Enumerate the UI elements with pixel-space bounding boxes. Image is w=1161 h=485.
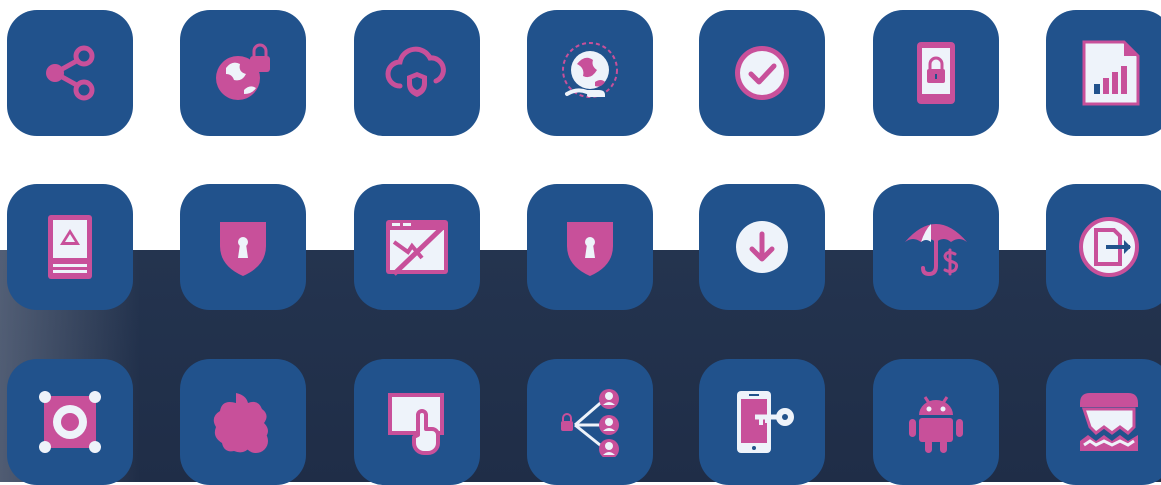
tile-exit-document[interactable] bbox=[1046, 184, 1161, 310]
shield-keyhole-icon bbox=[220, 222, 266, 276]
browser-slash-icon bbox=[386, 220, 448, 276]
tile-document-chart[interactable] bbox=[1046, 10, 1161, 136]
tile-lock-network[interactable] bbox=[527, 359, 653, 485]
lock-network-icon bbox=[561, 389, 619, 457]
tile-umbrella-dollar[interactable] bbox=[873, 184, 999, 310]
exit-document-icon bbox=[1079, 217, 1139, 277]
shield-keyhole-icon bbox=[567, 222, 613, 276]
touch-screen-icon bbox=[388, 393, 444, 455]
gear-frame-icon bbox=[39, 391, 101, 453]
virus-icon bbox=[213, 393, 268, 453]
tile-phone-lock[interactable] bbox=[873, 10, 999, 136]
tile-virus[interactable] bbox=[180, 359, 306, 485]
tile-shredder[interactable] bbox=[1046, 359, 1161, 485]
tile-android[interactable] bbox=[873, 359, 999, 485]
check-circle-icon bbox=[735, 46, 789, 100]
mobile-key-icon bbox=[737, 391, 794, 453]
tile-globe-hand[interactable] bbox=[527, 10, 653, 136]
globe-lock-icon bbox=[216, 43, 270, 100]
tile-touch-screen[interactable] bbox=[354, 359, 480, 485]
download-circle-icon bbox=[736, 221, 788, 273]
globe-hand-icon bbox=[562, 42, 618, 98]
tile-share[interactable] bbox=[7, 10, 133, 136]
tile-download[interactable] bbox=[699, 184, 825, 310]
shredder-icon bbox=[1080, 393, 1138, 451]
tile-check-circle[interactable] bbox=[699, 10, 825, 136]
tile-globe-lock[interactable] bbox=[180, 10, 306, 136]
tile-gear-frame[interactable] bbox=[7, 359, 133, 485]
tile-mobile-key[interactable] bbox=[699, 359, 825, 485]
tile-browser-slash[interactable] bbox=[354, 184, 480, 310]
share-icon bbox=[46, 45, 95, 101]
phone-lock-icon bbox=[917, 42, 955, 104]
umbrella-dollar-icon bbox=[905, 224, 967, 277]
android-icon bbox=[909, 396, 963, 453]
tile-cloud-shield[interactable] bbox=[354, 10, 480, 136]
tablet-warning-icon bbox=[48, 215, 92, 279]
document-chart-icon bbox=[1082, 40, 1140, 106]
tile-shield-keyhole-b[interactable] bbox=[527, 184, 653, 310]
tile-shield-keyhole-a[interactable] bbox=[180, 184, 306, 310]
cloud-shield-icon bbox=[385, 46, 446, 97]
tile-tablet-warning[interactable] bbox=[7, 184, 133, 310]
